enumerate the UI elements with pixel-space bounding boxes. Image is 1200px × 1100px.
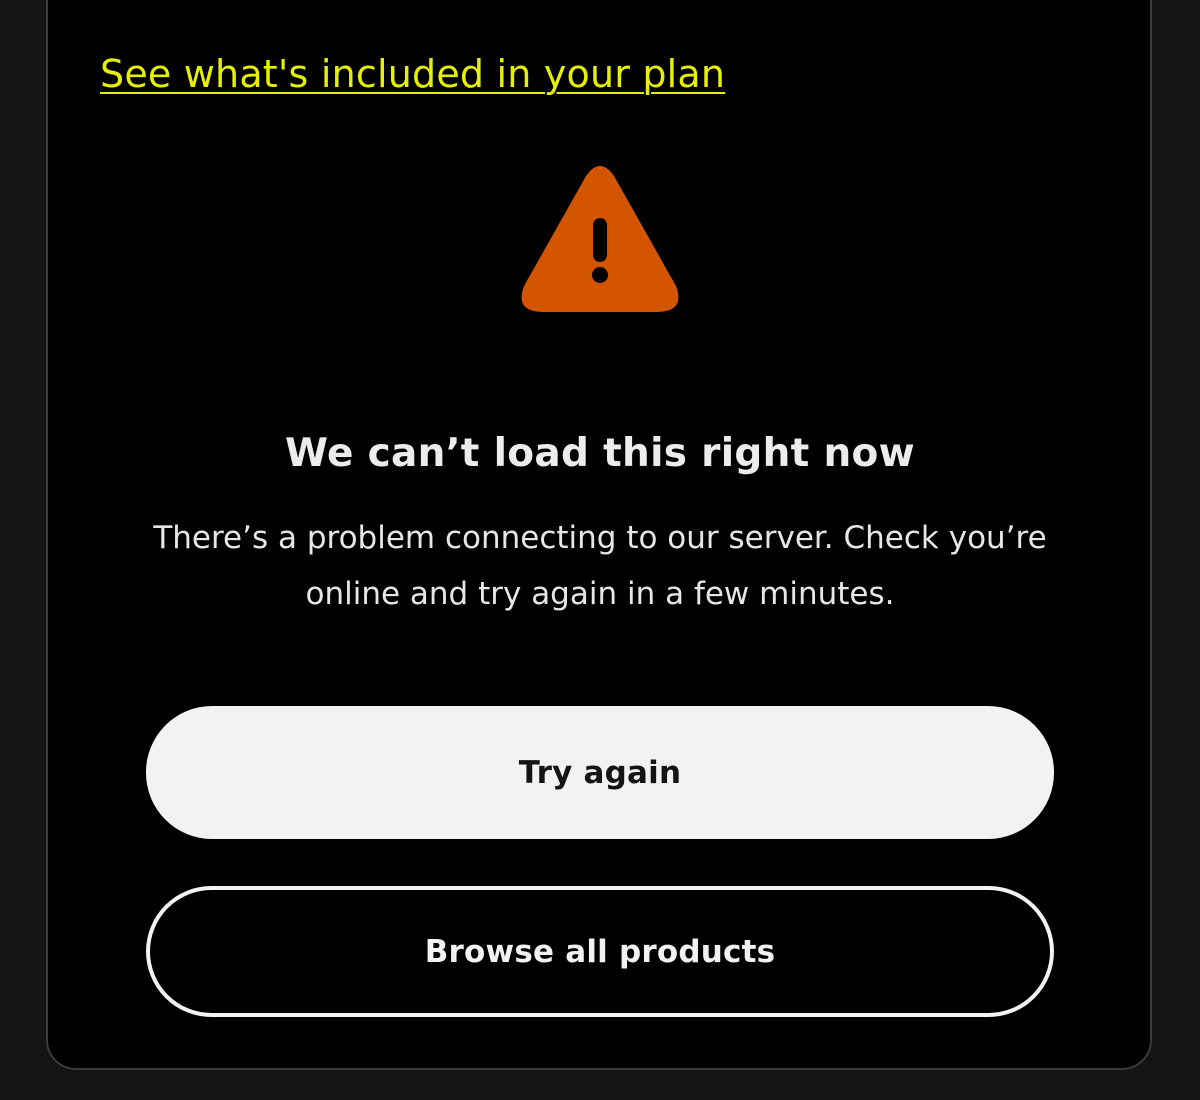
browse-all-products-label: Browse all products bbox=[424, 933, 776, 970]
try-again-button[interactable]: Try again bbox=[146, 706, 1054, 839]
try-again-label: Try again bbox=[518, 754, 682, 791]
browse-all-products-button[interactable]: Browse all products bbox=[146, 886, 1054, 1017]
error-message: There’s a problem connecting to our serv… bbox=[153, 520, 1047, 612]
error-title: We can’t load this right now bbox=[285, 431, 915, 476]
plan-details-link[interactable]: See what's included in your plan bbox=[100, 50, 725, 98]
warning-triangle-icon bbox=[521, 166, 679, 312]
